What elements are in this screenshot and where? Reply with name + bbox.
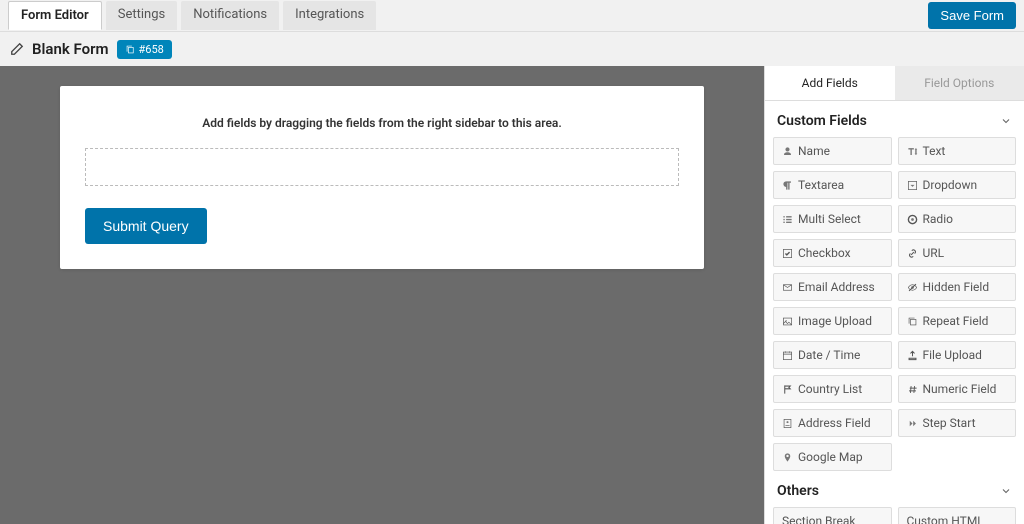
field-dropdown[interactable]: Dropdown [898, 171, 1017, 199]
form-card: Add fields by dragging the fields from t… [60, 86, 704, 269]
link-icon [907, 248, 918, 259]
calendar-icon [782, 350, 793, 361]
canvas-hint: Add fields by dragging the fields from t… [85, 116, 679, 130]
files-icon [125, 44, 136, 55]
subheader: Blank Form #658 [0, 32, 1024, 66]
field-address-field[interactable]: Address Field [773, 409, 892, 437]
field-name[interactable]: Name [773, 137, 892, 165]
canvas-area: Add fields by dragging the fields from t… [0, 66, 764, 524]
form-title[interactable]: Blank Form [32, 40, 109, 58]
envelope-icon [782, 282, 793, 293]
upload-icon [907, 350, 918, 361]
check-square-icon [782, 248, 793, 259]
form-id-text: #658 [139, 43, 164, 56]
chevron-down-icon [1000, 115, 1012, 127]
field-hidden-field[interactable]: Hidden Field [898, 273, 1017, 301]
flag-icon [782, 384, 793, 395]
field-google-map[interactable]: Google Map [773, 443, 892, 471]
submit-button[interactable]: Submit Query [85, 208, 207, 244]
sidebar-tab-field-options[interactable]: Field Options [895, 66, 1024, 100]
save-form-button[interactable]: Save Form [928, 2, 1016, 29]
field-file-upload[interactable]: File Upload [898, 341, 1017, 369]
form-id-badge[interactable]: #658 [117, 40, 172, 59]
paragraph-icon [782, 180, 793, 191]
field-email-address[interactable]: Email Address [773, 273, 892, 301]
pencil-icon [10, 42, 24, 56]
eye-slash-icon [907, 282, 918, 293]
sidebar-body: Custom FieldsNameTextTextareaDropdownMul… [765, 101, 1024, 524]
text-height-icon [907, 146, 918, 157]
field-radio[interactable]: Radio [898, 205, 1017, 233]
step-icon [907, 418, 918, 429]
list-icon [782, 214, 793, 225]
group-head-others[interactable]: Others [773, 471, 1016, 507]
field-section-break[interactable]: Section Break [773, 507, 892, 524]
top-tabs: Form EditorSettingsNotificationsIntegrat… [8, 1, 376, 30]
field-checkbox[interactable]: Checkbox [773, 239, 892, 267]
field-url[interactable]: URL [898, 239, 1017, 267]
field-step-start[interactable]: Step Start [898, 409, 1017, 437]
field-text[interactable]: Text [898, 137, 1017, 165]
address-icon [782, 418, 793, 429]
field-grid: Section BreakCustom HTMLreCaptchaShortco… [773, 507, 1016, 524]
field-dropzone[interactable] [85, 148, 679, 186]
dot-icon [907, 214, 918, 225]
hash-icon [907, 384, 918, 395]
field-grid: NameTextTextareaDropdownMulti SelectRadi… [773, 137, 1016, 471]
field-textarea[interactable]: Textarea [773, 171, 892, 199]
field-date-time[interactable]: Date / Time [773, 341, 892, 369]
image-icon [782, 316, 793, 327]
field-image-upload[interactable]: Image Upload [773, 307, 892, 335]
map-marker-icon [782, 452, 793, 463]
top-bar: Form EditorSettingsNotificationsIntegrat… [0, 0, 1024, 32]
tab-notifications[interactable]: Notifications [181, 1, 279, 30]
field-country-list[interactable]: Country List [773, 375, 892, 403]
tab-integrations[interactable]: Integrations [283, 1, 376, 30]
sidebar: Add FieldsField Options Custom FieldsNam… [764, 66, 1024, 524]
group-head-custom-fields[interactable]: Custom Fields [773, 101, 1016, 137]
chevron-down-icon [1000, 485, 1012, 497]
user-icon [782, 146, 793, 157]
tab-form-editor[interactable]: Form Editor [8, 1, 102, 30]
sidebar-tab-add-fields[interactable]: Add Fields [765, 66, 895, 100]
field-custom-html[interactable]: Custom HTML [898, 507, 1017, 524]
tab-settings[interactable]: Settings [106, 1, 177, 30]
copy-icon [907, 316, 918, 327]
sidebar-tabs: Add FieldsField Options [765, 66, 1024, 101]
field-repeat-field[interactable]: Repeat Field [898, 307, 1017, 335]
field-numeric-field[interactable]: Numeric Field [898, 375, 1017, 403]
field-multi-select[interactable]: Multi Select [773, 205, 892, 233]
caret-down-icon [907, 180, 918, 191]
